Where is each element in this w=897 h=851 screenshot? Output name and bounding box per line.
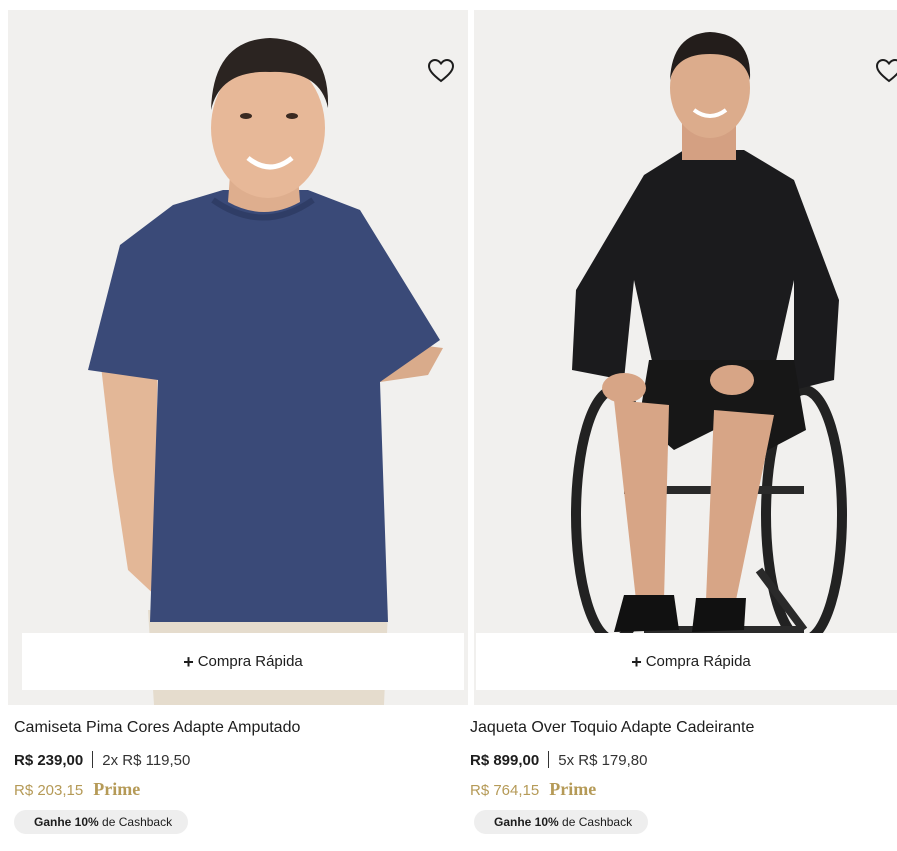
price-row: R$ 899,00 5x R$ 179,80 xyxy=(470,750,897,772)
product-image[interactable] xyxy=(474,10,897,705)
model-jacket-wheelchair-illustration xyxy=(571,32,847,645)
heart-outline-icon xyxy=(875,58,897,83)
quick-buy-button[interactable]: + Compra Rápida xyxy=(476,633,897,690)
cashback-percent: Ganhe 10% xyxy=(34,815,99,829)
product-grid: + Compra Rápida Camiseta Pima Cores Adap… xyxy=(0,0,897,851)
model-tshirt-illustration xyxy=(88,38,443,705)
product-card[interactable]: + Compra Rápida Jaqueta Over Toquio Adap… xyxy=(470,0,897,851)
product-price: R$ 899,00 xyxy=(470,752,540,769)
product-image[interactable] xyxy=(8,10,468,705)
prime-row: R$ 203,15 Prime xyxy=(14,778,470,800)
price-divider xyxy=(548,751,550,768)
product-name[interactable]: Jaqueta Over Toquio Adapte Cadeirante xyxy=(470,716,897,740)
plus-icon: + xyxy=(183,651,194,672)
heart-outline-icon xyxy=(427,58,455,83)
cashback-text: de Cashback xyxy=(562,815,633,829)
product-card[interactable]: + Compra Rápida Camiseta Pima Cores Adap… xyxy=(0,0,470,851)
price-divider xyxy=(92,751,94,768)
cashback-percent: Ganhe 10% xyxy=(494,815,559,829)
prime-price: R$ 764,15 xyxy=(470,782,540,799)
product-price: R$ 239,00 xyxy=(14,752,84,769)
prime-row: R$ 764,15 Prime xyxy=(470,778,897,800)
quick-buy-label: Compra Rápida xyxy=(197,653,303,670)
product-info: Camiseta Pima Cores Adapte Amputado R$ 2… xyxy=(14,716,470,834)
cashback-text: de Cashback xyxy=(102,815,173,829)
cashback-badge: Ganhe 10% de Cashback xyxy=(14,810,189,834)
cashback-badge: Ganhe 10% de Cashback xyxy=(474,810,649,834)
favorite-button[interactable] xyxy=(426,57,456,85)
installments-text: 2x R$ 119,50 xyxy=(102,752,191,769)
quick-buy-label: Compra Rápida xyxy=(645,653,751,670)
product-name[interactable]: Camiseta Pima Cores Adapte Amputado xyxy=(14,716,470,740)
plus-icon: + xyxy=(631,651,642,672)
installments-text: 5x R$ 179,80 xyxy=(558,752,648,769)
prime-label: Prime xyxy=(93,779,141,799)
prime-label: Prime xyxy=(549,779,597,799)
quick-buy-button[interactable]: + Compra Rápida xyxy=(22,633,464,690)
product-info: Jaqueta Over Toquio Adapte Cadeirante R$… xyxy=(470,716,897,834)
price-row: R$ 239,00 2x R$ 119,50 xyxy=(14,750,470,772)
favorite-button[interactable] xyxy=(874,57,897,85)
prime-price: R$ 203,15 xyxy=(14,782,84,799)
